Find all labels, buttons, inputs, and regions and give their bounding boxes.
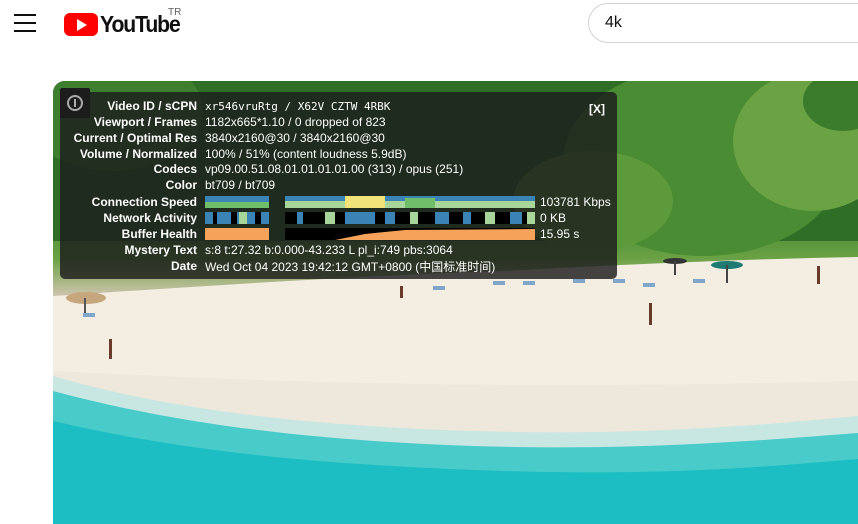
stats-value: bt709 / bt709 (205, 178, 276, 192)
stats-value: 0 KB (540, 211, 567, 225)
stats-value: 3840x2160@30 / 3840x2160@30 (205, 131, 385, 145)
stats-label: Current / Optimal Res (73, 131, 197, 145)
stats-value: 15.95 s (540, 227, 580, 241)
network-activity-graph (205, 212, 535, 224)
buffer-health-graph (205, 228, 535, 240)
stats-value: 1182x665*1.10 / 0 dropped of 823 (205, 115, 386, 129)
search-box[interactable] (588, 3, 858, 43)
stats-label: Video ID / sCPN (107, 99, 197, 113)
stats-label: Connection Speed (91, 195, 197, 209)
stats-value: s:8 t:27.32 b:0.000-43.233 L pl_i:749 pb… (205, 243, 453, 257)
search-input[interactable] (605, 4, 855, 42)
stats-label: Color (165, 178, 197, 192)
stats-value: 103781 Kbps (540, 195, 611, 209)
stats-label: Mystery Text (124, 243, 197, 257)
stats-label: Date (170, 259, 197, 273)
stats-value: Wed Oct 04 2023 19:42:12 GMT+0800 (中国标准时… (205, 259, 496, 274)
country-code: TR (168, 7, 182, 18)
stats-for-nerds-panel: [X] Video ID / sCPN xr546vruRtg / X62V C… (60, 88, 617, 279)
stats-value: 100% / 51% (content loudness 5.9dB) (205, 147, 407, 161)
stats-label: Volume / Normalized (79, 147, 197, 161)
stats-label: Network Activity (103, 211, 197, 225)
stats-value: vp09.00.51.08.01.01.01.01.00 (313) / opu… (205, 162, 464, 176)
stats-label: Codecs (153, 162, 197, 176)
stats-value: xr546vruRtg / X62V CZTW 4RBK (205, 99, 391, 113)
connection-speed-graph (205, 196, 535, 208)
stats-label: Viewport / Frames (93, 115, 197, 129)
hamburger-menu-icon[interactable] (14, 14, 36, 32)
stats-label: Buffer Health (121, 227, 197, 241)
close-stats-button[interactable]: [X] (589, 102, 605, 116)
youtube-play-icon (64, 12, 98, 36)
